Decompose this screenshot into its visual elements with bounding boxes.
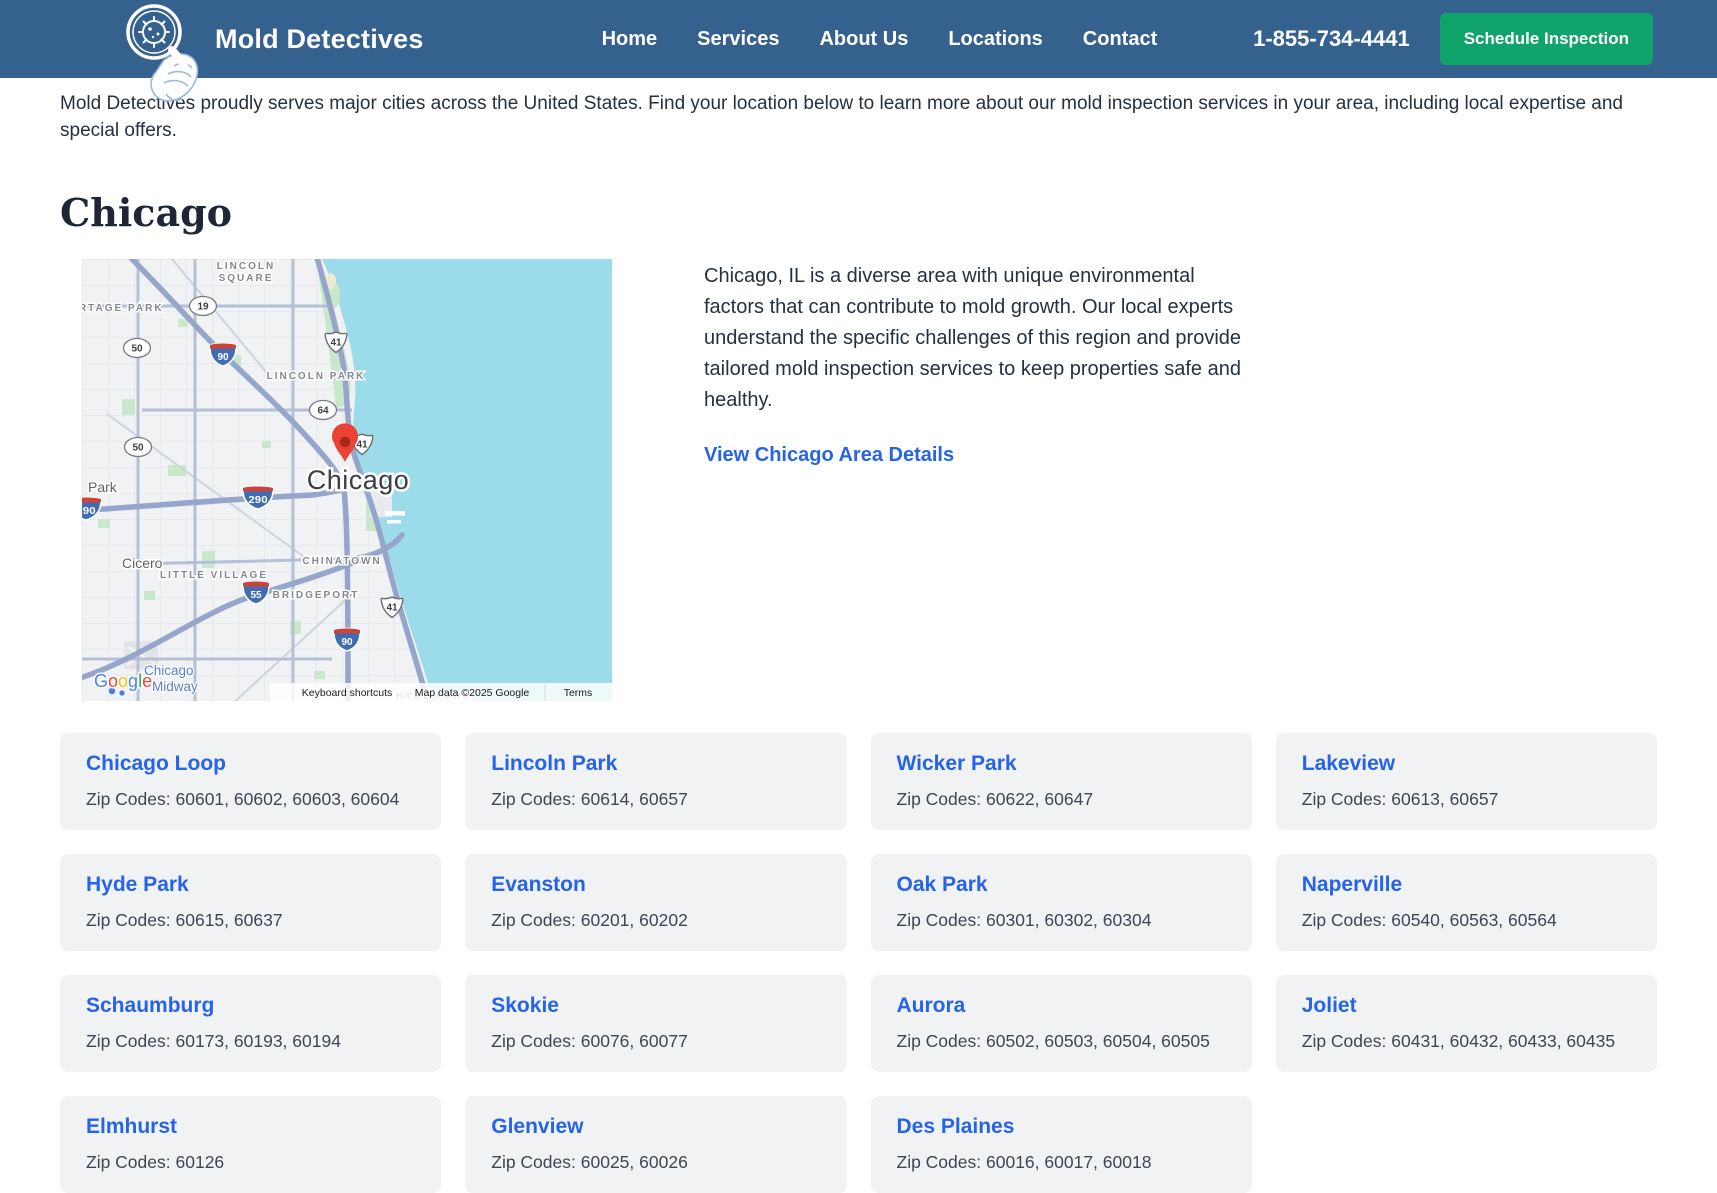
svg-text:LINCOLN: LINCOLN — [217, 261, 275, 272]
area-card-joliet: Joliet Zip Codes: 60431, 60432, 60433, 6… — [1276, 975, 1657, 1072]
svg-text:41: 41 — [356, 440, 368, 451]
area-card-chicago-loop: Chicago Loop Zip Codes: 60601, 60602, 60… — [60, 733, 441, 830]
area-card-oak-park: Oak Park Zip Codes: 60301, 60302, 60304 — [871, 854, 1252, 951]
city-heading: Chicago — [60, 190, 1657, 235]
area-link-wicker-park[interactable]: Wicker Park — [897, 752, 1017, 775]
city-description: Chicago, IL is a diverse area with uniqu… — [704, 261, 1244, 416]
area-link-lincoln-park[interactable]: Lincoln Park — [491, 752, 617, 775]
svg-text:SQUARE: SQUARE — [219, 273, 274, 284]
svg-text:Park: Park — [88, 479, 118, 495]
area-card-des-plaines: Des Plaines Zip Codes: 60016, 60017, 600… — [871, 1096, 1252, 1193]
terms-link[interactable]: Terms — [564, 687, 593, 699]
nav-locations[interactable]: Locations — [948, 28, 1042, 51]
svg-text:50: 50 — [132, 443, 144, 454]
area-zip-codes: Zip Codes: 60173, 60193, 60194 — [86, 1031, 415, 1052]
intro-text: Mold Detectives proudly serves major cit… — [60, 90, 1657, 144]
area-zip-codes: Zip Codes: 60076, 60077 — [491, 1031, 820, 1052]
area-card-lincoln-park: Lincoln Park Zip Codes: 60614, 60657 — [465, 733, 846, 830]
svg-text:41: 41 — [330, 338, 342, 349]
area-link-hyde-park[interactable]: Hyde Park — [86, 873, 189, 896]
google-map-embed[interactable]: LINCOLN SQUARE PORTAGE PARK LINCOLN PARK… — [82, 259, 612, 701]
nav-services[interactable]: Services — [697, 28, 779, 51]
area-zip-codes: Zip Codes: 60615, 60637 — [86, 910, 415, 931]
svg-text:90: 90 — [341, 637, 353, 648]
svg-text:BRIDGEPORT: BRIDGEPORT — [273, 590, 360, 601]
svg-text:PORTAGE PARK: PORTAGE PARK — [82, 303, 164, 314]
area-card-aurora: Aurora Zip Codes: 60502, 60503, 60504, 6… — [871, 975, 1252, 1072]
area-card-elmhurst: Elmhurst Zip Codes: 60126 — [60, 1096, 441, 1193]
area-zip-codes: Zip Codes: 60502, 60503, 60504, 60505 — [897, 1031, 1226, 1052]
svg-text:290: 290 — [82, 506, 96, 517]
area-zip-codes: Zip Codes: 60613, 60657 — [1302, 789, 1631, 810]
area-cards-grid: Chicago Loop Zip Codes: 60601, 60602, 60… — [60, 733, 1657, 1193]
nav-home[interactable]: Home — [602, 28, 658, 51]
view-area-details-link[interactable]: View Chicago Area Details — [704, 444, 954, 467]
city-overview-row: LINCOLN SQUARE PORTAGE PARK LINCOLN PARK… — [60, 259, 1657, 701]
area-link-skokie[interactable]: Skokie — [491, 994, 559, 1017]
area-zip-codes: Zip Codes: 60025, 60026 — [491, 1152, 820, 1173]
area-link-elmhurst[interactable]: Elmhurst — [86, 1115, 177, 1138]
area-zip-codes: Zip Codes: 60601, 60602, 60603, 60604 — [86, 789, 415, 810]
svg-text:50: 50 — [131, 344, 143, 355]
google-logo[interactable]: Google — [94, 671, 152, 691]
area-link-schaumburg[interactable]: Schaumburg — [86, 994, 214, 1017]
main-nav: Home Services About Us Locations Contact — [602, 28, 1158, 51]
area-zip-codes: Zip Codes: 60614, 60657 — [491, 789, 820, 810]
svg-text:LINCOLN PARK: LINCOLN PARK — [267, 371, 366, 382]
area-card-glenview: Glenview Zip Codes: 60025, 60026 — [465, 1096, 846, 1193]
schedule-inspection-button[interactable]: Schedule Inspection — [1440, 13, 1653, 65]
area-link-aurora[interactable]: Aurora — [897, 994, 966, 1017]
area-link-glenview[interactable]: Glenview — [491, 1115, 583, 1138]
svg-text:CHINATOWN: CHINATOWN — [302, 556, 381, 567]
area-link-lakeview[interactable]: Lakeview — [1302, 752, 1395, 775]
svg-text:19: 19 — [197, 302, 209, 313]
phone-number[interactable]: 1-855-734-4441 — [1253, 26, 1410, 52]
svg-text:90: 90 — [217, 352, 229, 363]
area-link-des-plaines[interactable]: Des Plaines — [897, 1115, 1015, 1138]
area-zip-codes: Zip Codes: 60431, 60432, 60433, 60435 — [1302, 1031, 1631, 1052]
map-navy-pier — [385, 511, 405, 516]
map-attribution-bar: Keyboard shortcuts Map data ©2025 Google… — [270, 683, 612, 701]
map-data-attribution: Map data ©2025 Google — [415, 687, 530, 699]
area-zip-codes: Zip Codes: 60540, 60563, 60564 — [1302, 910, 1631, 931]
svg-text:41: 41 — [386, 603, 398, 614]
nav-about-us[interactable]: About Us — [819, 28, 908, 51]
city-description-column: Chicago, IL is a diverse area with uniqu… — [704, 259, 1244, 701]
map-city-label: Chicago — [307, 465, 410, 495]
area-zip-codes: Zip Codes: 60126 — [86, 1152, 415, 1173]
svg-text:55: 55 — [250, 590, 262, 601]
area-zip-codes: Zip Codes: 60016, 60017, 60018 — [897, 1152, 1226, 1173]
area-card-hyde-park: Hyde Park Zip Codes: 60615, 60637 — [60, 854, 441, 951]
svg-text:Midway: Midway — [152, 679, 198, 694]
brand-name: Mold Detectives — [215, 24, 424, 55]
area-card-schaumburg: Schaumburg Zip Codes: 60173, 60193, 6019… — [60, 975, 441, 1072]
area-link-chicago-loop[interactable]: Chicago Loop — [86, 752, 226, 775]
area-link-joliet[interactable]: Joliet — [1302, 994, 1357, 1017]
page-main: Mold Detectives proudly serves major cit… — [0, 90, 1717, 1193]
nav-contact[interactable]: Contact — [1083, 28, 1157, 51]
area-card-skokie: Skokie Zip Codes: 60076, 60077 — [465, 975, 846, 1072]
area-link-oak-park[interactable]: Oak Park — [897, 873, 988, 896]
area-zip-codes: Zip Codes: 60301, 60302, 60304 — [897, 910, 1226, 931]
area-card-wicker-park: Wicker Park Zip Codes: 60622, 60647 — [871, 733, 1252, 830]
svg-text:LITTLE VILLAGE: LITTLE VILLAGE — [160, 570, 268, 581]
area-zip-codes: Zip Codes: 60622, 60647 — [897, 789, 1226, 810]
area-card-lakeview: Lakeview Zip Codes: 60613, 60657 — [1276, 733, 1657, 830]
mold-spore-icon — [139, 17, 169, 47]
area-card-evanston: Evanston Zip Codes: 60201, 60202 — [465, 854, 846, 951]
area-card-naperville: Naperville Zip Codes: 60540, 60563, 6056… — [1276, 854, 1657, 951]
brand-logo-icon — [116, 2, 212, 110]
area-link-evanston[interactable]: Evanston — [491, 873, 586, 896]
svg-text:290: 290 — [248, 495, 267, 506]
site-header: Mold Detectives Home Services About Us L… — [0, 0, 1717, 78]
area-zip-codes: Zip Codes: 60201, 60202 — [491, 910, 820, 931]
svg-text:Cicero: Cicero — [122, 555, 163, 571]
svg-text:64: 64 — [317, 406, 329, 417]
map-midway-label: Chicago Midway — [144, 663, 198, 694]
keyboard-shortcuts-link[interactable]: Keyboard shortcuts — [302, 687, 392, 699]
area-link-naperville[interactable]: Naperville — [1302, 873, 1402, 896]
